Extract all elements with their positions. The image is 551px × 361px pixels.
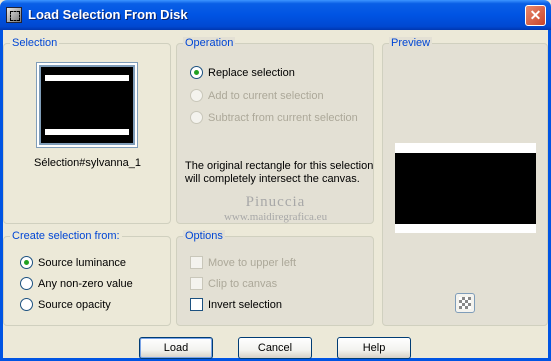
- replace-selection-label: Replace selection: [208, 66, 295, 79]
- add-to-selection-radio[interactable]: Add to current selection: [190, 89, 324, 102]
- radio-indicator: [190, 111, 203, 124]
- radio-indicator: [190, 89, 203, 102]
- help-button[interactable]: Help: [337, 337, 411, 359]
- options-legend: Options: [183, 230, 225, 242]
- radio-indicator: [20, 256, 33, 269]
- checkerboard-icon: [459, 297, 471, 309]
- invert-selection-checkbox[interactable]: Invert selection: [190, 298, 282, 311]
- radio-indicator: [20, 277, 33, 290]
- radio-indicator: [190, 66, 203, 79]
- preview-legend: Preview: [389, 37, 433, 49]
- cancel-button[interactable]: Cancel: [238, 337, 312, 359]
- move-to-upper-left-checkbox[interactable]: Move to upper left: [190, 256, 296, 269]
- any-non-zero-label: Any non-zero value: [38, 277, 133, 290]
- selection-thumbnail[interactable]: [36, 62, 138, 148]
- source-luminance-radio[interactable]: Source luminance: [20, 256, 126, 269]
- any-non-zero-radio[interactable]: Any non-zero value: [20, 277, 133, 290]
- window-title: Load Selection From Disk: [28, 7, 188, 22]
- clip-to-canvas-checkbox[interactable]: Clip to canvas: [190, 277, 277, 290]
- subtract-from-selection-label: Subtract from current selection: [208, 111, 358, 124]
- clip-to-canvas-label: Clip to canvas: [208, 277, 278, 290]
- title-bar[interactable]: Load Selection From Disk ✕: [0, 0, 551, 30]
- selection-thumbnail-image: [39, 65, 135, 145]
- operation-description: The original rectangle for this selectio…: [185, 160, 374, 185]
- watermark-url: www.maidiregrafica.eu: [223, 211, 328, 223]
- create-selection-legend: Create selection from:: [10, 230, 122, 242]
- subtract-from-selection-radio[interactable]: Subtract from current selection: [190, 111, 358, 124]
- operation-legend: Operation: [183, 37, 236, 49]
- close-button[interactable]: ✕: [525, 5, 546, 26]
- source-opacity-label: Source opacity: [38, 298, 111, 311]
- source-luminance-label: Source luminance: [38, 256, 127, 269]
- radio-indicator: [20, 298, 33, 311]
- source-opacity-radio[interactable]: Source opacity: [20, 298, 111, 311]
- selection-legend: Selection: [10, 37, 60, 49]
- replace-selection-radio[interactable]: Replace selection: [190, 66, 295, 79]
- preview-background-button[interactable]: [455, 293, 475, 313]
- checkbox-indicator: [190, 277, 203, 290]
- watermark-name: Pinuccia: [245, 194, 306, 210]
- load-button[interactable]: Load: [139, 337, 213, 359]
- checkbox-indicator: [190, 298, 203, 311]
- invert-selection-label: Invert selection: [208, 298, 282, 311]
- add-to-selection-label: Add to current selection: [208, 89, 324, 102]
- selection-thumbnail-label: Sélection#sylvanna_1: [34, 157, 142, 169]
- checkbox-indicator: [190, 256, 203, 269]
- selection-icon: [6, 7, 22, 23]
- move-to-upper-left-label: Move to upper left: [208, 256, 297, 269]
